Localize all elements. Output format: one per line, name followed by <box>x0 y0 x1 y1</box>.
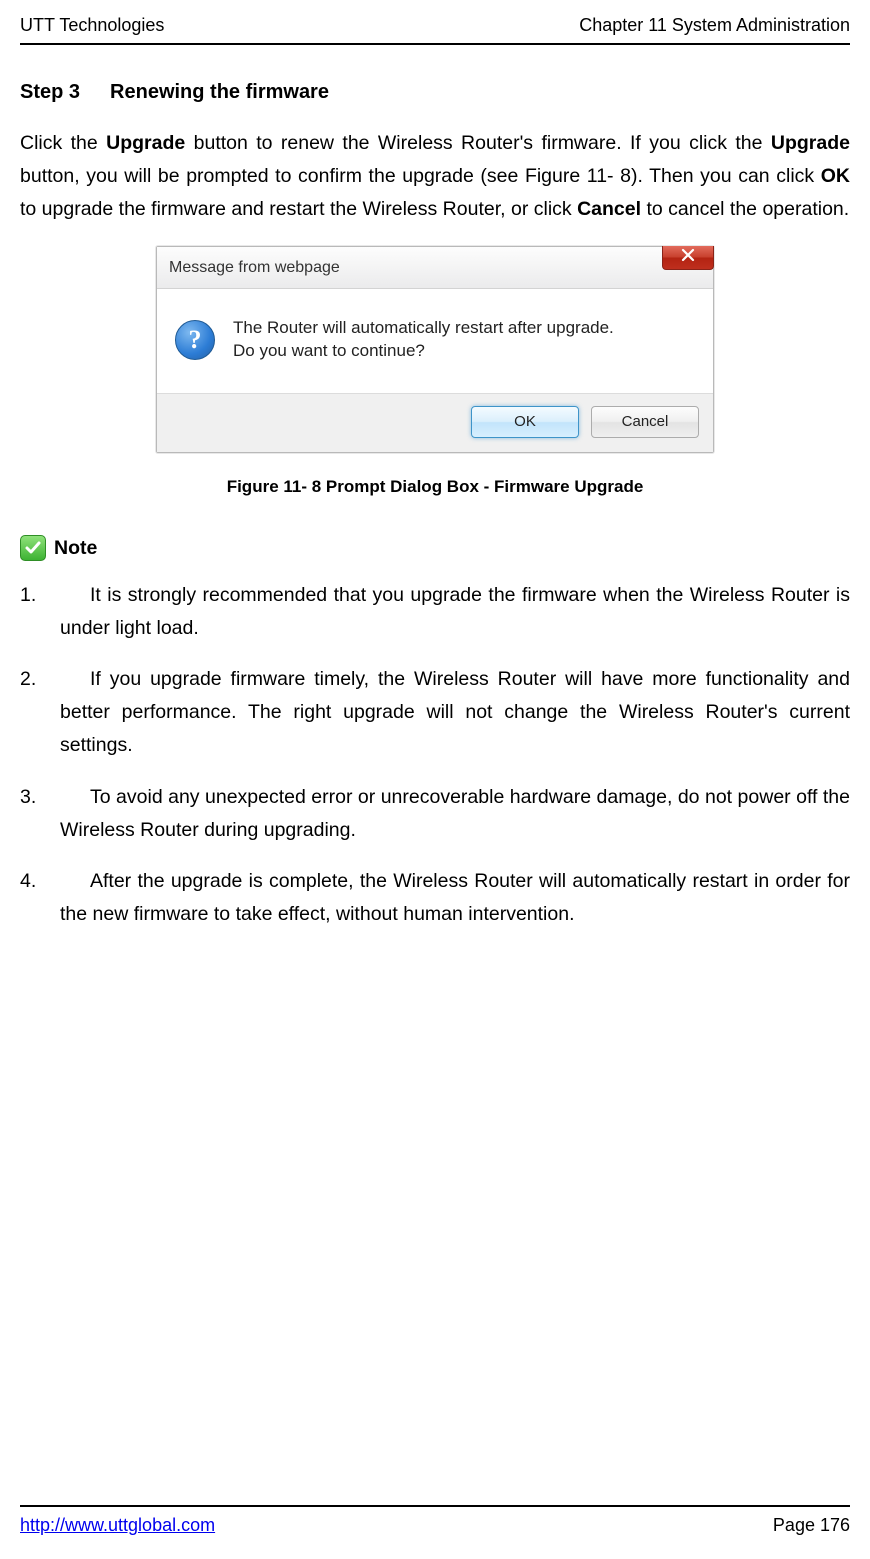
note-num: 2. <box>20 663 90 696</box>
dialog-figure: Message from webpage ? The Router will a… <box>20 246 850 453</box>
upgrade-keyword: Upgrade <box>106 132 185 154</box>
note-num: 4. <box>20 865 90 898</box>
confirm-dialog: Message from webpage ? The Router will a… <box>156 246 714 453</box>
note-item-1: 1.It is strongly recommended that you up… <box>20 579 850 645</box>
check-icon <box>20 535 46 561</box>
note-num: 1. <box>20 579 90 612</box>
dialog-content: ? The Router will automatically restart … <box>157 289 713 393</box>
figure-caption: Figure 11- 8 Prompt Dialog Box - Firmwar… <box>20 473 850 502</box>
dialog-message: The Router will automatically restart af… <box>233 317 614 363</box>
dialog-titlebar: Message from webpage <box>157 247 713 289</box>
close-icon <box>681 244 695 271</box>
note-num: 3. <box>20 781 90 814</box>
ok-button[interactable]: OK <box>471 406 579 438</box>
dialog-line-1: The Router will automatically restart af… <box>233 317 614 340</box>
footer-link[interactable]: http://www.uttglobal.com <box>20 1510 215 1541</box>
note-heading: Note <box>20 532 850 565</box>
cancel-keyword: Cancel <box>577 198 641 220</box>
intro-paragraph: Click the Upgrade button to renew the Wi… <box>20 127 850 226</box>
note-item-2: 2.If you upgrade firmware timely, the Wi… <box>20 663 850 762</box>
cancel-button[interactable]: Cancel <box>591 406 699 438</box>
note-label: Note <box>54 532 97 565</box>
note-item-4: 4.After the upgrade is complete, the Wir… <box>20 865 850 931</box>
header-company: UTT Technologies <box>20 10 164 41</box>
note-item-3: 3.To avoid any unexpected error or unrec… <box>20 781 850 847</box>
close-button[interactable] <box>662 246 714 270</box>
step-number: Step 3 <box>20 81 80 103</box>
ok-keyword: OK <box>821 165 850 187</box>
step-heading: Step 3 Renewing the firmware <box>20 75 850 109</box>
step-title: Renewing the firmware <box>110 81 329 103</box>
page-footer: http://www.uttglobal.com Page 176 <box>20 1505 850 1541</box>
page-header: UTT Technologies Chapter 11 System Admin… <box>20 0 850 45</box>
dialog-title: Message from webpage <box>169 254 340 281</box>
question-icon: ? <box>175 320 215 360</box>
dialog-line-2: Do you want to continue? <box>233 340 614 363</box>
header-chapter: Chapter 11 System Administration <box>579 10 850 41</box>
dialog-actions: OK Cancel <box>157 393 713 452</box>
upgrade-keyword-2: Upgrade <box>771 132 850 154</box>
page-number: Page 176 <box>773 1510 850 1541</box>
